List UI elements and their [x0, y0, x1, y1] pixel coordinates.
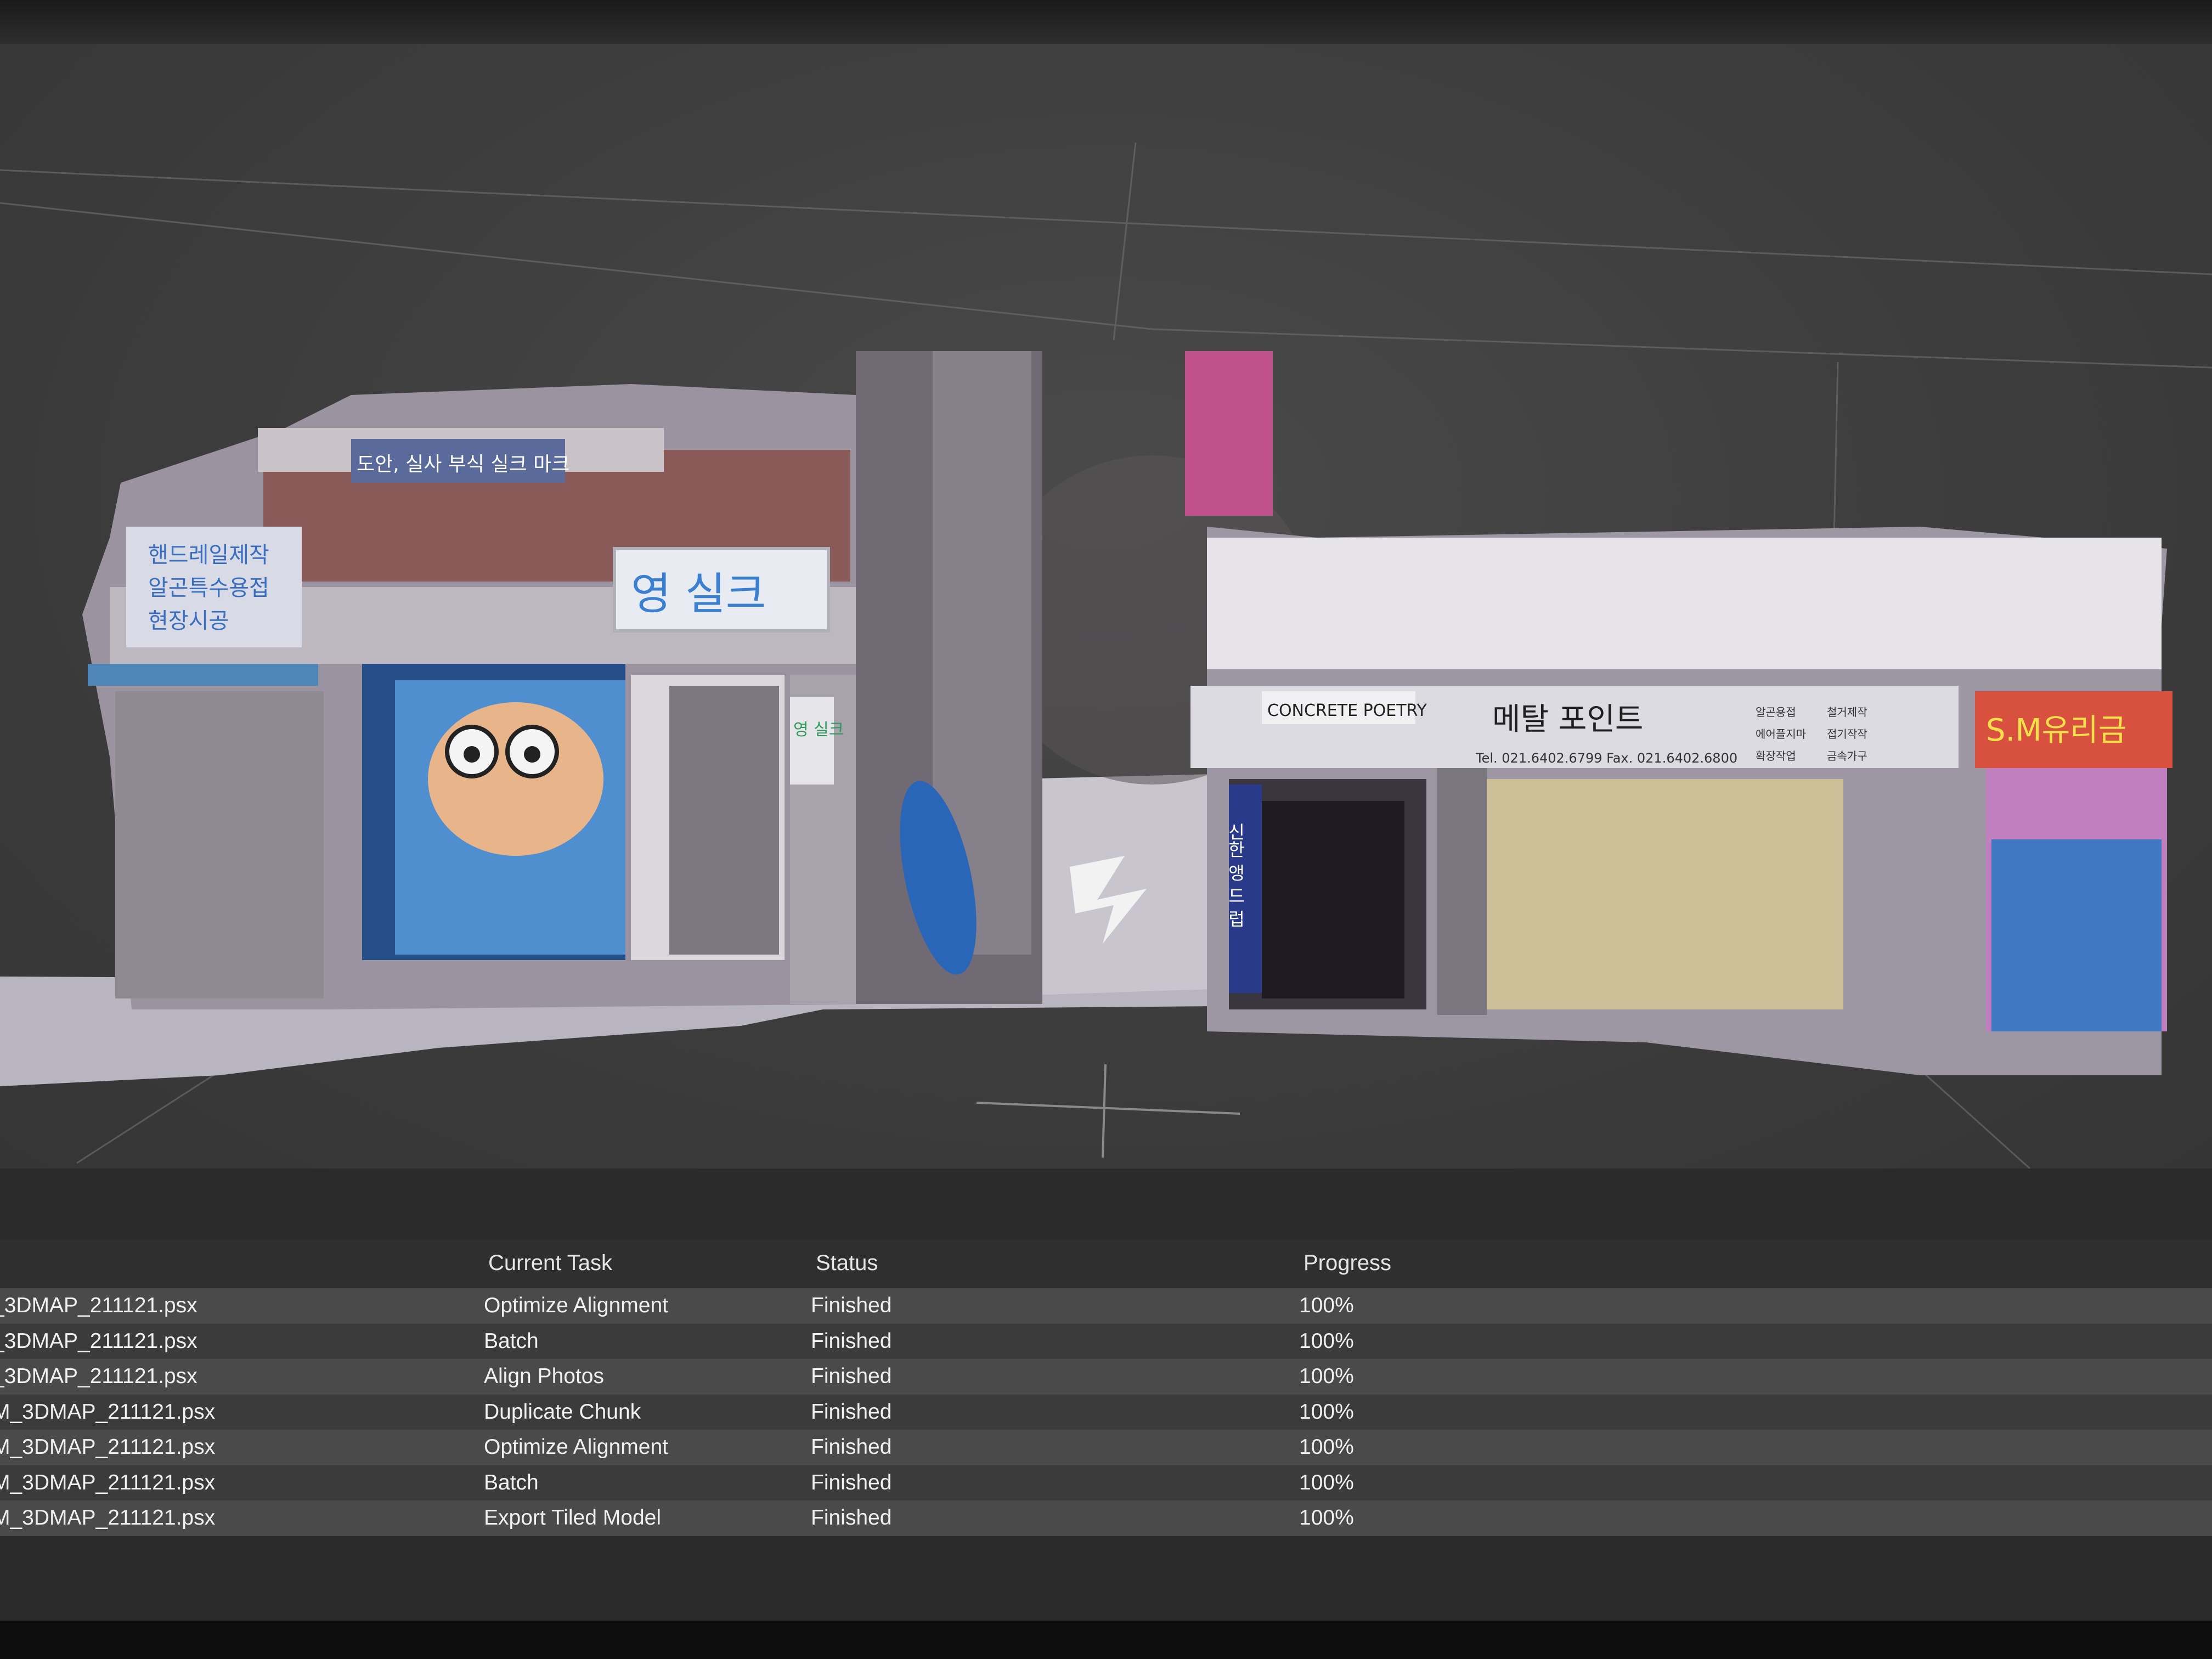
vertical-blue-sign: 신한 앵 드 럽: [1225, 823, 1246, 928]
svg-text:Tel. 021.6402.6799 Fax. 021: Tel. 021.6402.6799 Fax. 021.6402.6800: [1475, 751, 1737, 766]
svg-text:영 실크: 영 실크: [631, 568, 766, 619]
document-cell: M_3DMAP_211121.psx: [0, 1435, 216, 1459]
young-silk-sign: 영 실크: [613, 547, 830, 633]
status-cell: Finished: [811, 1400, 892, 1424]
progress-cell: 100%: [1299, 1294, 1354, 1317]
task-cell: Align Photos: [484, 1364, 604, 1388]
jobs-panel: Current Task Status Progress _3DMAP_2111…: [0, 1169, 2212, 1621]
svg-text:CONCRETE POETRY: CONCRETE POETRY: [1267, 701, 1427, 720]
svg-text:철거제작: 철거제작: [1827, 706, 1867, 719]
status-cell: Finished: [811, 1364, 892, 1388]
progress-cell: 100%: [1299, 1470, 1354, 1494]
progress-cell: 100%: [1299, 1435, 1354, 1459]
document-cell: M_3DMAP_211121.psx: [0, 1470, 216, 1494]
progress-cell: 100%: [1299, 1329, 1354, 1353]
status-cell: Finished: [811, 1329, 892, 1353]
svg-text:현장시공: 현장시공: [148, 608, 229, 634]
table-row[interactable]: M_3DMAP_211121.psx Duplicate Chunk Finis…: [0, 1394, 2212, 1430]
table-row[interactable]: _3DMAP_211121.psx Optimize Alignment Fin…: [0, 1288, 2212, 1324]
progress-cell: 100%: [1299, 1506, 1354, 1530]
svg-text:알곤특수용접: 알곤특수용접: [148, 575, 269, 601]
svg-text:금속가구: 금속가구: [1827, 749, 1867, 763]
document-cell: M_3DMAP_211121.psx: [0, 1400, 216, 1424]
monitor-bezel-bottom: [0, 1621, 2212, 1659]
svg-text:영 실크: 영 실크: [793, 720, 844, 740]
table-row[interactable]: _3DMAP_211121.psx Batch Finished 100%: [0, 1323, 2212, 1359]
svg-text:S.M유리금: S.M유리금: [1986, 713, 2126, 748]
crosshair-icon: [976, 1064, 1240, 1158]
header-current-task[interactable]: Current Task: [488, 1251, 612, 1276]
task-cell: Export Tiled Model: [484, 1506, 661, 1530]
table-row[interactable]: _3DMAP_211121.psx Align Photos Finished …: [0, 1359, 2212, 1395]
header-status[interactable]: Status: [816, 1251, 878, 1276]
table-row[interactable]: M_3DMAP_211121.psx Export Tiled Model Fi…: [0, 1500, 2212, 1536]
status-cell: Finished: [811, 1435, 892, 1459]
task-cell: Batch: [484, 1329, 539, 1353]
header-progress[interactable]: Progress: [1304, 1251, 1391, 1276]
document-cell: M_3DMAP_211121.psx: [0, 1506, 216, 1530]
task-cell: Optimize Alignment: [484, 1435, 668, 1459]
svg-text:도안, 실사 부식 실크 마크: 도안, 실사 부식 실크 마크: [357, 453, 569, 476]
task-cell: Batch: [484, 1470, 539, 1494]
jobs-table: _3DMAP_211121.psx Optimize Alignment Fin…: [0, 1288, 2212, 1536]
table-row[interactable]: M_3DMAP_211121.psx Batch Finished 100%: [0, 1465, 2212, 1500]
glass-sign: S.M유리금: [1986, 713, 2126, 748]
tiled-model-render: 핸드레일제작 알곤특수용접 현장시공 도안, 실사 부식 실크 마크 영 실크 …: [0, 142, 2212, 1169]
svg-text:에어플지마: 에어플지마: [1756, 727, 1806, 741]
concrete-poetry-sign: CONCRETE POETRY: [1262, 691, 1427, 724]
task-cell: Optimize Alignment: [484, 1294, 668, 1317]
design-print-sign: 도안, 실사 부식 실크 마크: [351, 439, 569, 483]
document-cell: _3DMAP_211121.psx: [0, 1294, 198, 1317]
document-cell: _3DMAP_211121.psx: [0, 1329, 198, 1353]
task-cell: Duplicate Chunk: [484, 1400, 641, 1424]
jobs-table-header: [0, 1240, 2212, 1289]
status-cell: Finished: [811, 1470, 892, 1494]
3d-model-viewport[interactable]: 핸드레일제작 알곤특수용접 현장시공 도안, 실사 부식 실크 마크 영 실크 …: [0, 44, 2212, 1169]
progress-cell: 100%: [1299, 1400, 1354, 1424]
monitor-bezel: [0, 0, 2212, 44]
table-row[interactable]: M_3DMAP_211121.psx Optimize Alignment Fi…: [0, 1430, 2212, 1465]
svg-text:신한 앵 드 럽: 신한 앵 드 럽: [1225, 823, 1246, 928]
svg-text:메탈 포인트: 메탈 포인트: [1492, 702, 1643, 737]
handrail-sign: 핸드레일제작 알곤특수용접 현장시공: [126, 527, 302, 647]
progress-cell: 100%: [1299, 1364, 1354, 1388]
svg-text:확장작업: 확장작업: [1756, 749, 1796, 763]
svg-text:접기작작: 접기작작: [1827, 727, 1867, 741]
document-cell: _3DMAP_211121.psx: [0, 1364, 198, 1388]
status-cell: Finished: [811, 1506, 892, 1530]
svg-text:핸드레일제작: 핸드레일제작: [148, 543, 269, 568]
svg-text:알곤용접: 알곤용접: [1756, 706, 1796, 719]
status-cell: Finished: [811, 1294, 892, 1317]
